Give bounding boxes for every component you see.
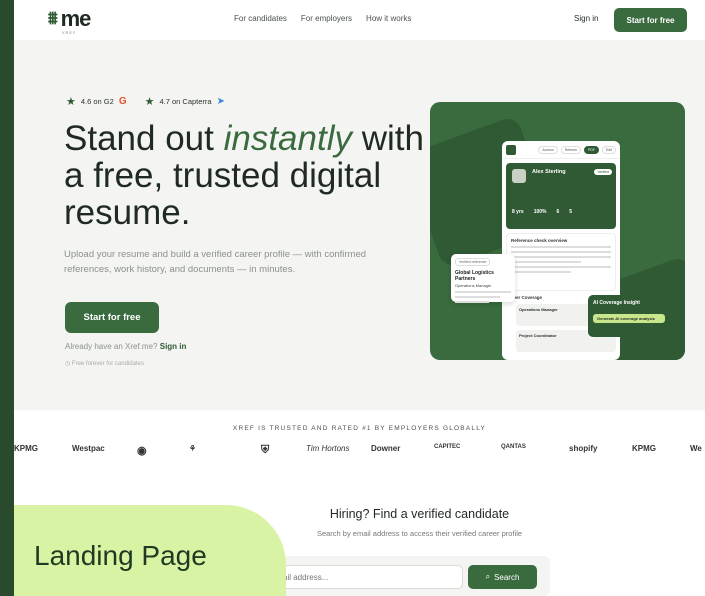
page-label-bubble: Landing Page — [14, 505, 286, 596]
start-for-free-nav-button[interactable]: Start for free — [614, 8, 687, 32]
westpac-logo: Westpac — [72, 444, 105, 453]
already-have-account: Already have an Xref.me? Sign in — [65, 342, 186, 351]
sign-in-link[interactable]: Sign in — [574, 14, 598, 23]
hero-headline: Stand out instantly with a free, trusted… — [64, 120, 424, 231]
verified-badge: Verified — [594, 169, 612, 175]
nav-links: For candidates For employers How it work… — [234, 14, 411, 23]
rating-capterra-text: 4.7 on Capterra — [159, 97, 212, 106]
headline-part-1: Stand out — [64, 119, 224, 158]
mockup-topbar: Access Refresh PDF Edit — [502, 141, 620, 159]
government-logo: ⚘ — [189, 444, 197, 453]
reference-overview: Reference check overview — [506, 233, 616, 291]
already-text: Already have an Xref.me? — [65, 342, 158, 351]
star-icon: ★ — [144, 96, 155, 108]
qantas-logo: QANTAS — [501, 444, 526, 450]
page-label: Landing Page — [34, 540, 207, 571]
clock-icon: ◷ — [65, 361, 71, 367]
rating-g2: ★ 4.6 on G2 G — [66, 95, 127, 108]
landing-page: ⩩ me XREF For candidates For employers H… — [14, 0, 705, 596]
logo-text: me — [60, 5, 92, 31]
headline-emphasis: instantly — [223, 119, 352, 158]
capterra-logo-icon: ➤ — [216, 96, 225, 107]
generate-ai-button[interactable]: Generate AI coverage analysis — [593, 314, 665, 323]
westpac-logo: We — [690, 444, 702, 453]
logo[interactable]: ⩩ me XREF — [48, 5, 92, 35]
free-note: ◷ Free forever for candidates — [65, 360, 144, 367]
rating-capterra: ★ 4.7 on Capterra ➤ — [145, 95, 225, 108]
kpmg-logo: KPMG — [14, 444, 38, 453]
logo-mark-icon: ⩩ — [48, 8, 58, 28]
crest-logo: ◉ — [137, 445, 147, 457]
logo-subtext: XREF — [61, 30, 77, 35]
search-button-label: Search — [494, 572, 520, 582]
nav-link-candidates[interactable]: For candidates — [234, 14, 287, 23]
nav-link-how-it-works[interactable]: How it works — [366, 14, 411, 23]
search-button[interactable]: ⌕ Search — [468, 565, 537, 589]
star-icon: ★ — [66, 96, 76, 108]
avatar — [512, 169, 526, 183]
search-icon: ⌕ — [485, 572, 491, 581]
shopify-logo: shopify — [569, 444, 598, 453]
rating-g2-text: 4.6 on G2 — [80, 97, 114, 106]
profile-stats: 8 yrs 100% 6 5 — [512, 209, 573, 215]
hero-sign-in-link[interactable]: Sign in — [160, 342, 187, 351]
ratings: ★ 4.6 on G2 G ★ 4.7 on Capterra ➤ — [66, 95, 225, 108]
top-nav: ⩩ me XREF For candidates For employers H… — [14, 0, 705, 40]
mockup-logo-icon — [506, 144, 516, 155]
tim-hortons-logo: Tim Hortons — [306, 444, 350, 453]
nav-link-employers[interactable]: For employers — [301, 14, 352, 23]
start-for-free-button[interactable]: Start for free — [65, 302, 159, 333]
hero-subtitle: Upload your resume and build a verified … — [64, 249, 367, 275]
shield-logo: ⛨ — [261, 444, 270, 456]
candidate-search: ⌕ Search — [240, 556, 550, 596]
capitec-logo: CAPITEC — [434, 444, 461, 450]
free-note-text: Free forever for candidates — [71, 361, 144, 367]
reference-card: Verified reference Global Logistics Part… — [451, 254, 515, 303]
g2-logo-icon: G — [118, 96, 127, 107]
client-logos: KPMG Westpac ◉ ⚘ ⛨ Tim Hortons Downer CA… — [14, 444, 705, 464]
kpmg-logo: KPMG — [632, 444, 656, 453]
trusted-heading: XREF IS TRUSTED AND RATED #1 BY EMPLOYER… — [232, 425, 487, 432]
profile-header: Alex Sterling Verified 8 yrs 100% 6 5 — [506, 163, 616, 229]
ai-insight-card: AI Coverage Insight Generate AI coverage… — [588, 295, 670, 337]
downer-logo: Downer — [371, 444, 401, 453]
profile-name: Alex Sterling — [532, 169, 566, 175]
